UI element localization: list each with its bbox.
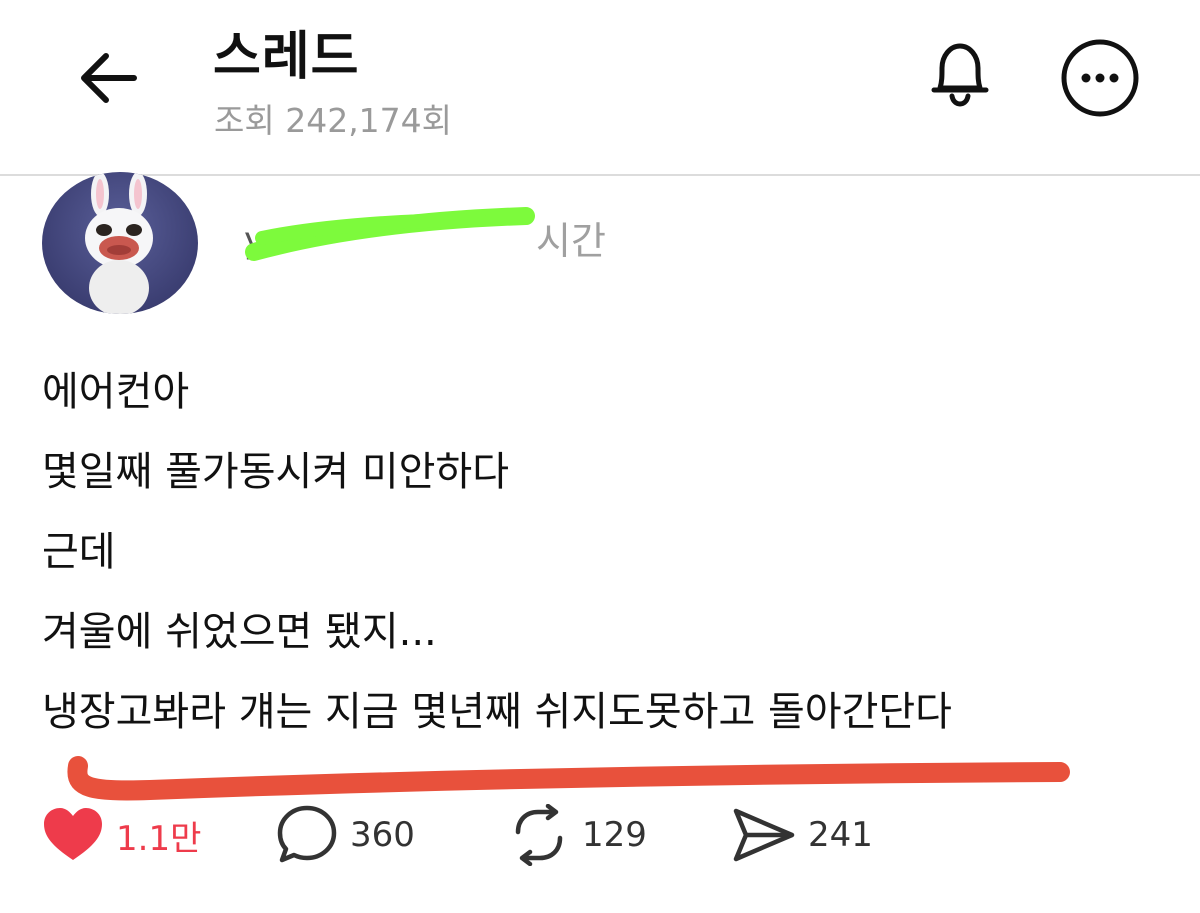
post-line: 근데 — [42, 529, 116, 575]
repost-icon — [515, 804, 563, 866]
post-body: 에어컨아 몇일째 풀가동시켜 미안하다 근데 겨울에 쉬었으면 됐지... 냉장… — [42, 352, 1162, 752]
heart-icon — [44, 808, 102, 860]
like-button[interactable]: 1.1만 — [42, 800, 201, 870]
post-time: 시간 — [536, 219, 606, 263]
header-divider — [0, 174, 1200, 176]
page-title: 스레드 — [213, 27, 360, 87]
reply-count: 360 — [350, 815, 415, 855]
more-options-button[interactable] — [1058, 36, 1142, 120]
view-count: 조회 242,174회 — [214, 101, 453, 140]
avatar[interactable] — [42, 172, 198, 314]
notification-button[interactable] — [920, 34, 1000, 114]
post-line: 겨울에 쉬었으면 됐지... — [42, 609, 437, 655]
more-options-icon — [1061, 39, 1139, 117]
comment-icon — [277, 805, 337, 863]
bell-icon — [931, 43, 989, 107]
back-button[interactable] — [72, 42, 144, 114]
post-line: 냉장고봐라 걔는 지금 몇년째 쉬지도못하고 돌아간단다 — [42, 689, 952, 735]
reply-button[interactable]: 360 — [276, 800, 415, 870]
post-line: 몇일째 풀가동시켜 미안하다 — [42, 449, 510, 495]
username-redaction-mark: ys — [244, 207, 535, 261]
red-underline-mark — [67, 756, 1070, 801]
post-line: 에어컨아 — [42, 369, 190, 415]
bunny-avatar-image — [85, 172, 153, 314]
share-button[interactable]: 241 — [732, 800, 873, 870]
share-icon — [733, 808, 795, 862]
like-count: 1.1만 — [116, 818, 202, 859]
share-count: 241 — [808, 815, 873, 855]
back-arrow-icon — [81, 53, 137, 103]
author-username[interactable]: ys — [240, 190, 540, 280]
repost-count: 129 — [582, 815, 647, 855]
repost-button[interactable]: 129 — [508, 800, 647, 870]
